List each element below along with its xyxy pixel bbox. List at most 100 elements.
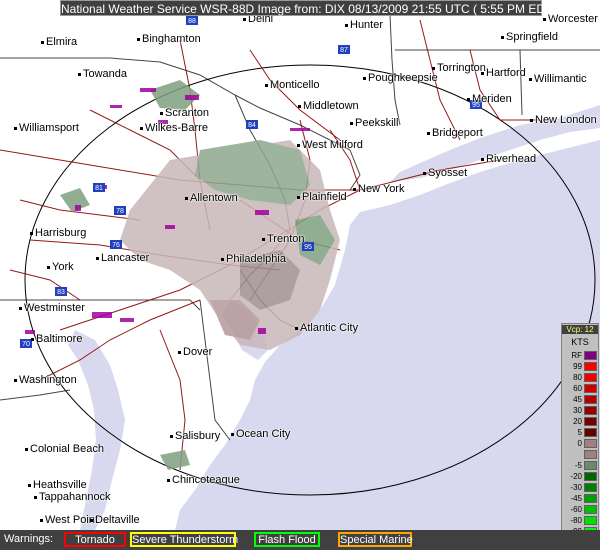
city-label: Westminster	[19, 302, 85, 314]
warnings-label: Warnings:	[4, 533, 54, 545]
legend-label: -30	[570, 483, 582, 492]
legend-label: 45	[573, 395, 582, 404]
svg-text:70: 70	[22, 341, 30, 348]
legend-row: 45	[564, 394, 598, 405]
title-bar: National Weather Service WSR-88D Image f…	[60, 0, 557, 16]
legend-units: KTS	[571, 337, 589, 347]
legend-swatch	[584, 417, 597, 426]
city-label: Syosset	[422, 167, 468, 179]
i84-shield: 84	[246, 120, 258, 129]
legend-swatch	[584, 516, 597, 525]
city-label: Chincoteague	[167, 474, 240, 486]
city-label: Middletown	[298, 100, 359, 112]
city-label: Monticello	[265, 79, 320, 91]
legend-row: -60	[564, 504, 598, 515]
city-label: Wilkes-Barre	[140, 122, 208, 134]
warning-special-marine[interactable]: Special Marine	[338, 532, 413, 547]
warnings-bar: Warnings: Tornado Severe Thunderstorm Fl…	[0, 530, 600, 550]
warning-tornado[interactable]: Tornado	[64, 532, 126, 547]
legend-label: 99	[573, 362, 582, 371]
legend-row: 0	[564, 438, 598, 449]
city-label: Baltimore	[30, 333, 83, 345]
i83-shield: 83	[55, 287, 67, 296]
i88-shield: 88	[186, 16, 198, 25]
svg-text:84: 84	[248, 122, 256, 129]
city-label: Colonial Beach	[25, 443, 104, 455]
city-label: Elmira	[40, 36, 78, 48]
city-label: Scranton	[159, 107, 210, 119]
legend-row: -80	[564, 515, 598, 526]
i76-shield: 76	[110, 240, 122, 249]
legend-swatch	[584, 428, 597, 437]
svg-text:87: 87	[340, 47, 348, 54]
city-label: Bridgeport	[427, 127, 483, 139]
city-label: Lancaster	[95, 252, 150, 264]
city-label: Tappahannock	[34, 491, 111, 503]
city-label: Riverhead	[480, 153, 537, 165]
city-label: Binghamton	[137, 33, 201, 45]
legend-row: 99	[564, 361, 598, 372]
city-label: Trenton	[262, 233, 305, 245]
svg-text:88: 88	[188, 18, 196, 25]
city-label: Atlantic City	[294, 322, 359, 334]
legend-swatch	[584, 362, 597, 371]
legend-label: 60	[573, 384, 582, 393]
legend-swatch	[584, 373, 597, 382]
warning-flash-flood[interactable]: Flash Flood	[254, 532, 320, 547]
legend-row: 5	[564, 427, 598, 438]
i87-shield: 87	[338, 45, 350, 54]
legend-row: -45	[564, 493, 598, 504]
city-label: Harrisburg	[29, 227, 87, 239]
city-label: Dover	[177, 346, 213, 358]
legend-swatch	[584, 406, 597, 415]
legend-swatch	[584, 483, 597, 492]
legend-row: RF	[564, 350, 598, 361]
city-label: Hartford	[481, 67, 526, 79]
legend-row: -5	[564, 460, 598, 471]
legend-swatch	[584, 395, 597, 404]
legend-label: 0	[577, 439, 582, 448]
city-label: Towanda	[77, 68, 128, 80]
legend-row: 20	[564, 416, 598, 427]
warning-severe-thunderstorm[interactable]: Severe Thunderstorm	[130, 532, 238, 547]
city-label: Meriden	[467, 93, 512, 105]
city-label: York	[47, 261, 74, 273]
legend-swatch	[584, 351, 597, 360]
legend-row: 30	[564, 405, 598, 416]
legend-row: 80	[564, 372, 598, 383]
legend-label: 30	[573, 406, 582, 415]
legend-swatch	[584, 384, 597, 393]
i81-shield: 81	[93, 183, 105, 192]
legend-label: 80	[573, 373, 582, 382]
legend-swatch	[584, 494, 597, 503]
svg-text:78: 78	[116, 208, 124, 215]
city-label: Springfield	[501, 31, 558, 43]
legend-label: RF	[571, 351, 582, 360]
city-label: Deltaville	[90, 514, 140, 526]
city-label: Poughkeepsie	[363, 72, 438, 84]
legend-swatch	[584, 439, 597, 448]
legend-swatch	[584, 461, 597, 470]
svg-text:81: 81	[95, 185, 103, 192]
city-label: Washington	[14, 374, 77, 386]
city-label: Hunter	[344, 19, 384, 31]
svg-text:95: 95	[304, 244, 312, 251]
legend-swatch	[584, 450, 597, 459]
legend-label: -45	[570, 494, 582, 503]
city-label: Peekskill	[349, 117, 399, 129]
velocity-legend: Vcp: 12 KTS RF 99 80 60 45 30 20 5 0 -5 -20 -30 -45 -…	[561, 323, 599, 547]
city-label: New York	[352, 183, 405, 195]
i78-shield: 78	[114, 206, 126, 215]
legend-row: -20	[564, 471, 598, 482]
legend-header: Vcp: 12	[562, 325, 598, 334]
legend-label: -5	[574, 461, 582, 470]
legend-swatch	[584, 505, 597, 514]
legend-row: 60	[564, 383, 598, 394]
city-label: New London	[530, 114, 597, 126]
legend-row: -30	[564, 482, 598, 493]
city-label: Williamsport	[14, 122, 79, 134]
svg-text:83: 83	[57, 289, 65, 296]
city-label: Ocean City	[230, 428, 291, 440]
city-label: Willimantic	[529, 73, 587, 85]
city-label: Allentown	[185, 192, 238, 204]
